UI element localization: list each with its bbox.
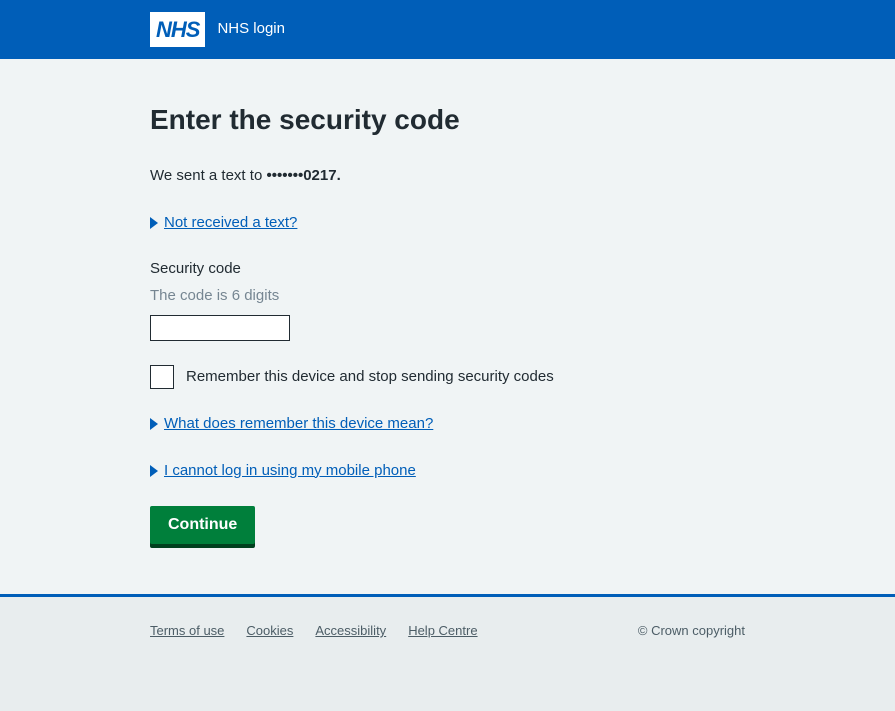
footer-link-help[interactable]: Help Centre [408, 621, 477, 641]
caret-right-icon [150, 217, 158, 229]
page-heading: Enter the security code [150, 99, 745, 141]
footer-links: Terms of use Cookies Accessibility Help … [150, 621, 478, 641]
nhs-logo: NHS [150, 12, 205, 47]
remember-device-label: Remember this device and stop sending se… [186, 366, 554, 389]
lead-masked-number: •••••••0217. [266, 167, 340, 184]
footer-link-accessibility[interactable]: Accessibility [315, 621, 386, 641]
security-code-group: Security code The code is 6 digits [150, 258, 745, 341]
details-remember-label: What does remember this device mean? [164, 413, 433, 436]
copyright: © Crown copyright [638, 621, 745, 641]
security-code-input[interactable] [150, 315, 290, 341]
caret-right-icon [150, 465, 158, 477]
header-title: NHS login [217, 18, 285, 41]
lead-prefix: We sent a text to [150, 167, 266, 184]
header: NHS NHS login [0, 0, 895, 59]
details-remember-device[interactable]: What does remember this device mean? [150, 413, 745, 436]
main-content: Enter the security code We sent a text t… [0, 59, 895, 594]
footer: Terms of use Cookies Accessibility Help … [0, 594, 895, 711]
security-code-hint: The code is 6 digits [150, 285, 745, 308]
footer-link-cookies[interactable]: Cookies [246, 621, 293, 641]
caret-right-icon [150, 418, 158, 430]
details-not-received-label: Not received a text? [164, 212, 297, 235]
footer-link-terms[interactable]: Terms of use [150, 621, 224, 641]
details-cannot-login-label: I cannot log in using my mobile phone [164, 460, 416, 483]
remember-device-checkbox[interactable] [150, 365, 174, 389]
security-code-label: Security code [150, 258, 745, 281]
details-cannot-login[interactable]: I cannot log in using my mobile phone [150, 460, 745, 483]
lead-text: We sent a text to •••••••0217. [150, 165, 745, 188]
continue-button[interactable]: Continue [150, 506, 255, 544]
details-not-received[interactable]: Not received a text? [150, 212, 745, 235]
remember-device-group: Remember this device and stop sending se… [150, 365, 745, 389]
